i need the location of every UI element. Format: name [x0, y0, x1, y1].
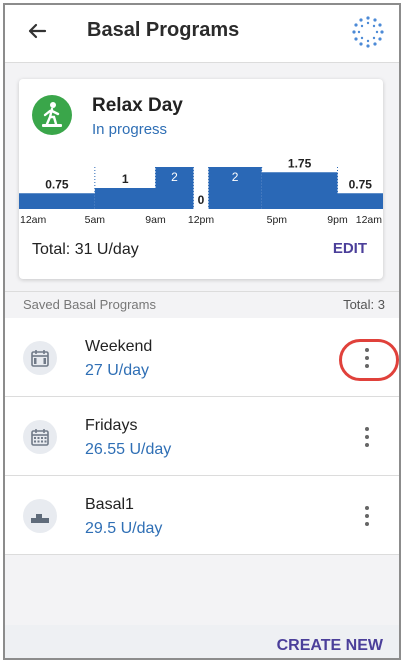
basal-bar [19, 193, 95, 209]
x-tick-label: 9am [145, 214, 166, 226]
x-tick-label: 5am [85, 214, 106, 226]
program-status: In progress [92, 121, 168, 138]
x-tick-label: 12am [20, 214, 47, 226]
edit-button[interactable]: EDIT [333, 240, 367, 257]
program-rate: 29.5 U/day [85, 520, 163, 537]
bar-value-label: 0.75 [45, 177, 69, 191]
active-program-card: Relax Day In progress 0.75 1 2 0 2 1.75 0.75 12… [19, 79, 383, 279]
basal-bar [261, 172, 338, 209]
basal-steps-icon [23, 499, 57, 533]
more-options-icon[interactable] [359, 504, 375, 528]
program-name: Relax Day [92, 95, 183, 116]
bar-value-label: 2 [171, 170, 178, 184]
saved-programs-title: Saved Basal Programs [23, 297, 156, 312]
calendar-weekend-icon [23, 341, 57, 375]
basal-rate-chart: 0.75 1 2 0 2 1.75 0.75 12am 5am 9am 12pm 5pm 9pm 12am [19, 159, 383, 226]
saved-programs-header: Saved Basal Programs Total: 3 [5, 291, 399, 319]
program-name: Weekend [85, 338, 153, 355]
program-row-fridays[interactable]: Fridays 26.55 U/day [5, 397, 399, 476]
callout-highlight [339, 339, 399, 381]
bar-value-label: 0.75 [349, 177, 373, 191]
bar-value-label: 1.75 [288, 159, 312, 170]
page-title: Basal Programs [87, 19, 240, 41]
sync-spinner-icon [352, 16, 384, 48]
basal-bar [337, 193, 383, 209]
calendar-icon [23, 420, 57, 454]
program-name: Basal1 [85, 496, 134, 513]
x-tick-label: 5pm [267, 214, 288, 226]
app-header: Basal Programs [5, 5, 399, 63]
person-relaxing-icon [32, 95, 72, 135]
x-tick-label: 12pm [188, 214, 215, 226]
footer-bar: CREATE NEW [5, 625, 399, 658]
x-tick-label: 9pm [327, 214, 348, 226]
x-tick-label: 12am [356, 214, 383, 226]
saved-programs-total: Total: 3 [343, 297, 385, 312]
bar-value-label: 0 [198, 193, 205, 207]
bar-value-label: 1 [122, 172, 129, 186]
app-frame: Basal Programs Relax Day In progress 0.7… [3, 3, 401, 660]
create-new-button[interactable]: CREATE NEW [277, 637, 383, 655]
daily-total: Total: 31 U/day [32, 241, 139, 258]
program-rate: 27 U/day [85, 362, 150, 379]
program-rate: 26.55 U/day [85, 441, 172, 458]
bar-value-label: 2 [232, 170, 239, 184]
more-options-icon[interactable] [359, 425, 375, 449]
program-row-basal1[interactable]: Basal1 29.5 U/day [5, 476, 399, 555]
back-arrow-icon[interactable] [25, 19, 49, 43]
program-name: Fridays [85, 417, 138, 434]
basal-bar [94, 188, 156, 209]
